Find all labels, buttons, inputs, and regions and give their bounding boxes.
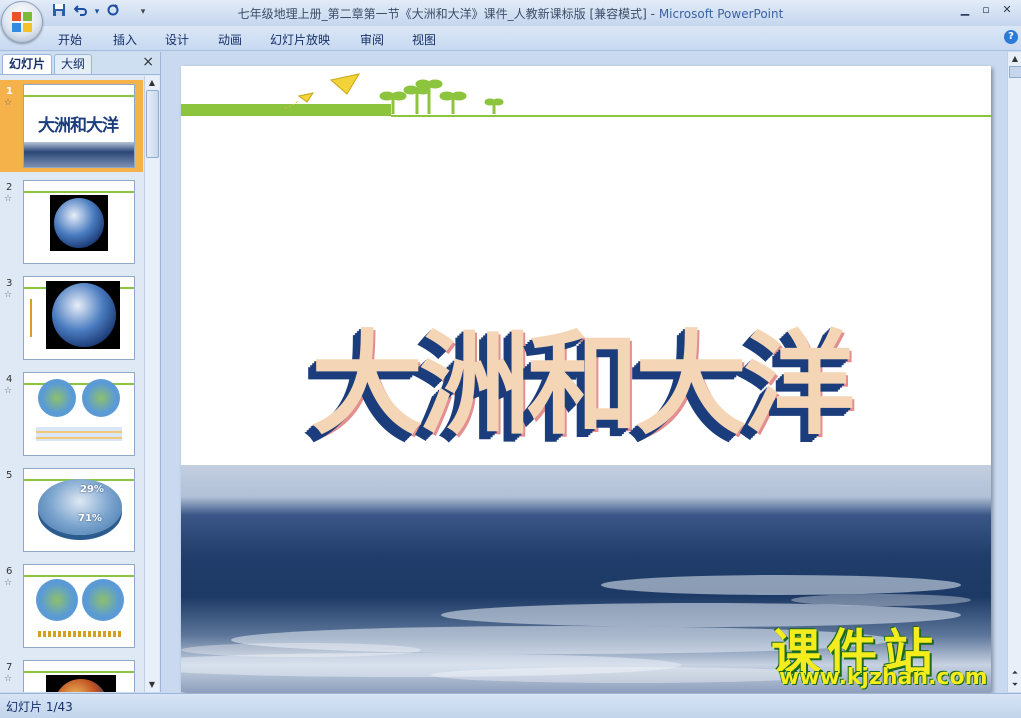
slide-title[interactable]: 大洲和大洋 bbox=[301, 294, 861, 456]
hemisphere-right bbox=[82, 379, 120, 417]
slide-number: 2 bbox=[6, 182, 13, 193]
slide-thumbnail bbox=[23, 660, 135, 692]
slide-number: 6 bbox=[6, 566, 13, 577]
document-title: 七年级地理上册_第二章第一节《大洲和大洋》课件_人教新课标版 [兼容模式] - bbox=[237, 7, 659, 21]
slide-number: 4 bbox=[6, 374, 13, 385]
slide-thumbnail bbox=[23, 372, 135, 456]
restore-icon[interactable]: ▫ bbox=[976, 3, 996, 19]
thumbnail-item[interactable]: 3 ☆ bbox=[0, 272, 143, 364]
tab-outline[interactable]: 大纲 bbox=[54, 54, 93, 74]
help-icon[interactable]: ? bbox=[1004, 30, 1018, 44]
slides-pane: 幻灯片 大纲 × 1 ☆ 大洲和大洋 2 ☆ 3 ☆ 4 ☆ 5 29% 71%… bbox=[0, 52, 161, 692]
scrollbar-thumb[interactable] bbox=[1009, 66, 1021, 78]
slide-thumbnail bbox=[23, 564, 135, 648]
thumbnail-item[interactable]: 4 ☆ bbox=[0, 368, 143, 460]
thumbnail-scrollbar[interactable]: ▲ ▼ bbox=[144, 76, 159, 692]
animation-icon: ☆ bbox=[4, 386, 13, 396]
slide-thumbnail bbox=[23, 276, 135, 360]
slide-scrollbar[interactable]: ▲ ⏶ ⏷ bbox=[1007, 52, 1021, 692]
tab-home[interactable]: 开始 bbox=[58, 31, 82, 48]
animation-icon: ☆ bbox=[4, 194, 13, 204]
info-bars bbox=[36, 427, 122, 441]
caption-bar bbox=[38, 631, 122, 637]
side-label bbox=[30, 299, 42, 337]
slide-thumbnail bbox=[23, 180, 135, 264]
slide-editor: 大洲和大洋 课件站 www.kjzhan.com bbox=[161, 52, 1007, 692]
tab-slideshow[interactable]: 幻灯片放映 bbox=[270, 31, 330, 48]
thumbnail-list: 1 ☆ 大洲和大洋 2 ☆ 3 ☆ 4 ☆ 5 29% 71% 6 ☆ 7 ☆ bbox=[0, 76, 143, 692]
thumbnail-item[interactable]: 1 ☆ 大洲和大洋 bbox=[0, 80, 143, 172]
pane-tabs: 幻灯片 大纲 × bbox=[0, 52, 160, 75]
slide-thumbnail: 29% 71% bbox=[23, 468, 135, 552]
thumbnail-title: 大洲和大洋 bbox=[38, 116, 119, 136]
pie-label-land: 29% bbox=[80, 484, 104, 495]
tab-review[interactable]: 审阅 bbox=[360, 31, 384, 48]
earth-image bbox=[50, 195, 108, 251]
green-rule bbox=[24, 575, 134, 577]
minimize-icon[interactable]: ▁ bbox=[955, 3, 975, 19]
slide-thumbnail: 大洲和大洋 bbox=[23, 84, 135, 168]
window-title: 七年级地理上册_第二章第一节《大洲和大洋》课件_人教新课标版 [兼容模式] - … bbox=[0, 5, 1021, 22]
slide-number: 1 bbox=[6, 86, 13, 97]
hemisphere-left bbox=[36, 579, 78, 621]
tab-animations[interactable]: 动画 bbox=[218, 31, 242, 48]
animation-icon: ☆ bbox=[4, 290, 13, 300]
slide-number: 5 bbox=[6, 470, 13, 481]
tab-view[interactable]: 视图 bbox=[412, 31, 436, 48]
scrollbar-thumb[interactable] bbox=[146, 90, 159, 158]
tab-design[interactable]: 设计 bbox=[165, 31, 189, 48]
green-rule bbox=[24, 671, 134, 673]
earth-image bbox=[46, 675, 116, 692]
thumbnail-item[interactable]: 5 29% 71% bbox=[0, 464, 143, 556]
ribbon-tabs: 开始 插入 设计 动画 幻灯片放映 审阅 视图 ? bbox=[0, 26, 1021, 51]
thumbnail-item[interactable]: 2 ☆ bbox=[0, 176, 143, 268]
animation-icon: ☆ bbox=[4, 578, 13, 588]
thumbnail-sea bbox=[24, 142, 134, 167]
green-rule bbox=[24, 383, 134, 385]
sea-photo: 课件站 www.kjzhan.com bbox=[181, 465, 991, 692]
office-logo-icon bbox=[12, 12, 32, 32]
previous-slide-icon[interactable]: ⏶ bbox=[1010, 668, 1020, 678]
pie-label-ocean: 71% bbox=[78, 513, 102, 524]
watermark-url: www.kjzhan.com bbox=[779, 665, 988, 690]
green-rule bbox=[24, 95, 134, 97]
application-name: Microsoft PowerPoint bbox=[658, 7, 784, 21]
thumbnail-item[interactable]: 7 ☆ bbox=[0, 656, 143, 692]
current-slide[interactable]: 大洲和大洋 课件站 www.kjzhan.com bbox=[181, 66, 991, 692]
close-pane-icon[interactable]: × bbox=[142, 54, 154, 70]
close-icon[interactable]: ✕ bbox=[997, 3, 1017, 19]
title-bar: ▾ ▾ 七年级地理上册_第二章第一节《大洲和大洋》课件_人教新课标版 [兼容模式… bbox=[0, 0, 1021, 43]
hemisphere-left bbox=[38, 379, 76, 417]
status-bar: 幻灯片 1/43 bbox=[0, 693, 1021, 718]
scroll-up-icon[interactable]: ▲ bbox=[147, 78, 157, 88]
thumbnail-item[interactable]: 6 ☆ bbox=[0, 560, 143, 652]
hemisphere-right bbox=[82, 579, 124, 621]
green-rule bbox=[24, 191, 134, 193]
tab-insert[interactable]: 插入 bbox=[113, 31, 137, 48]
animation-icon: ☆ bbox=[4, 98, 13, 108]
next-slide-icon[interactable]: ⏷ bbox=[1010, 680, 1020, 690]
slide-number: 7 bbox=[6, 662, 13, 673]
earth-image bbox=[46, 281, 120, 349]
header-decoration bbox=[181, 73, 991, 117]
scroll-down-icon[interactable]: ▼ bbox=[147, 680, 157, 690]
office-button[interactable] bbox=[1, 1, 43, 43]
animation-icon: ☆ bbox=[4, 674, 13, 684]
slide-counter: 幻灯片 1/43 bbox=[6, 700, 73, 714]
tab-slides[interactable]: 幻灯片 bbox=[2, 54, 53, 74]
scroll-up-icon[interactable]: ▲ bbox=[1010, 54, 1020, 64]
slide-number: 3 bbox=[6, 278, 13, 289]
